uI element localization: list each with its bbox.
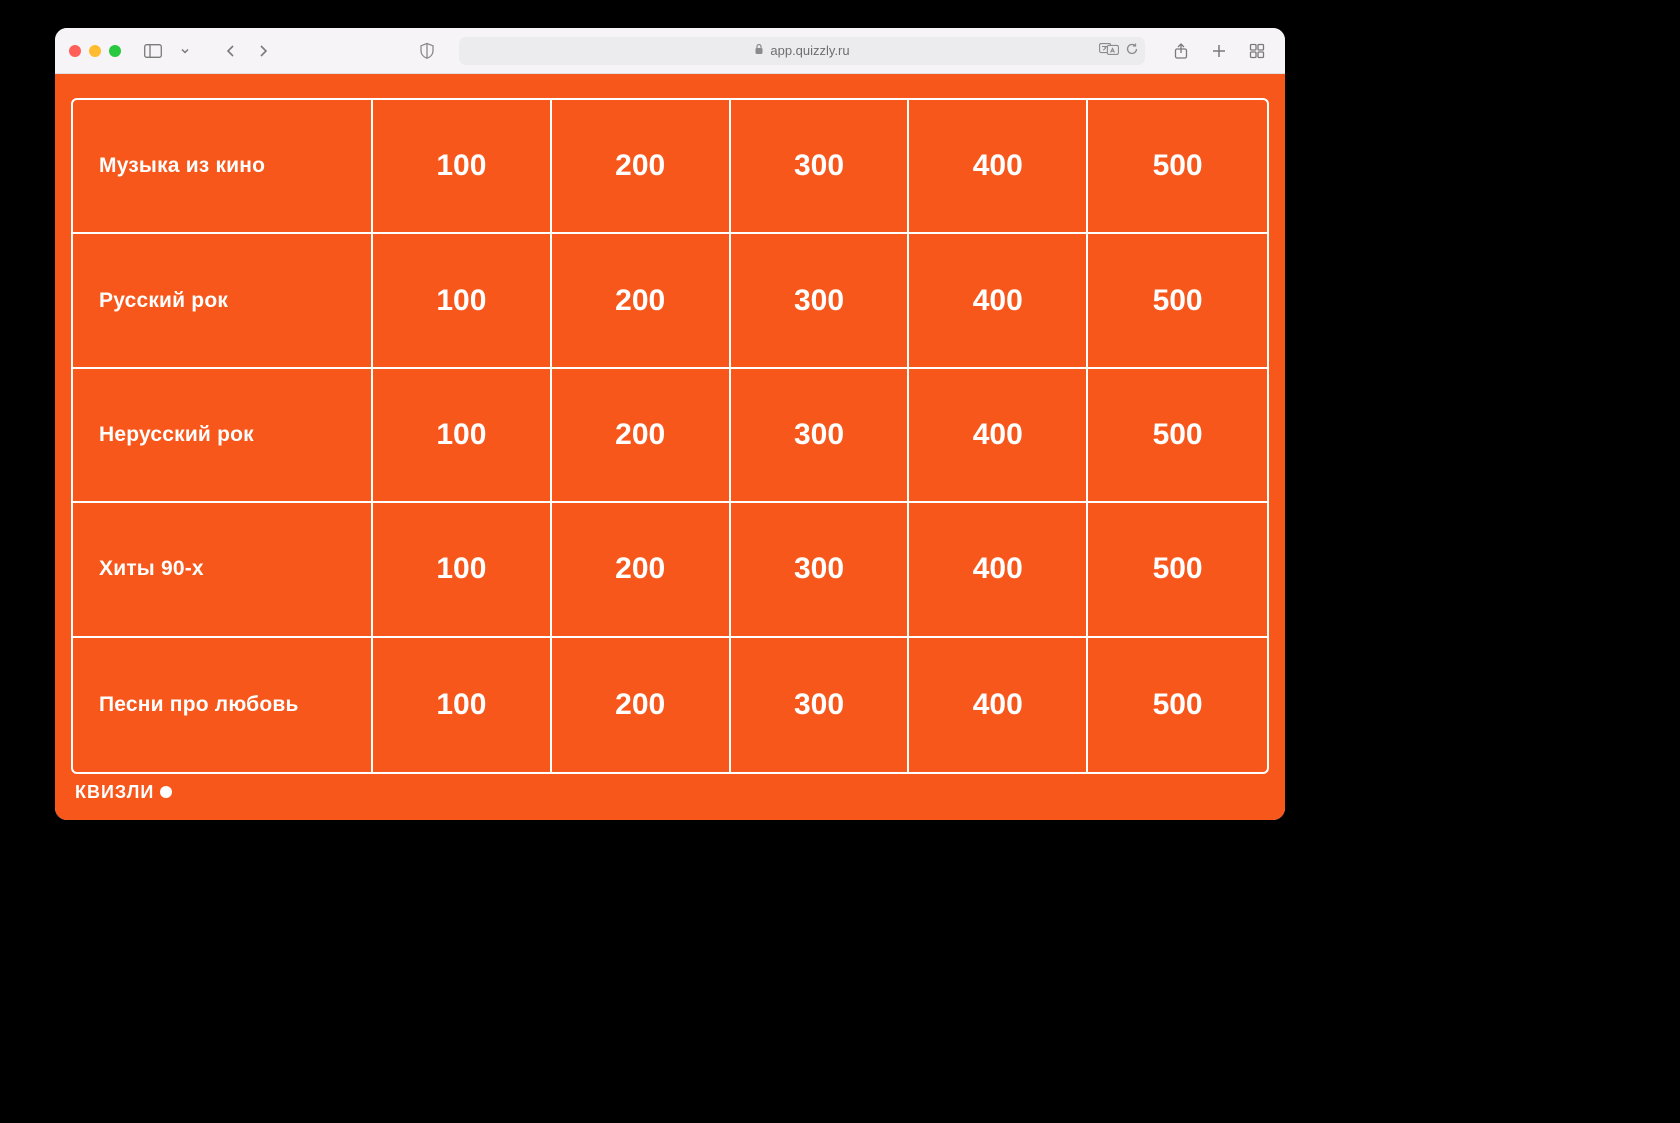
score-cell[interactable]: 100	[373, 234, 552, 368]
sidebar-menu-button[interactable]	[171, 37, 199, 65]
score-cell[interactable]: 100	[373, 100, 552, 234]
brand-dot-icon	[160, 786, 172, 798]
category-label: Песни про любовь	[73, 638, 373, 772]
score-cell[interactable]: 300	[731, 503, 910, 637]
score-cell[interactable]: 200	[552, 638, 731, 772]
lock-icon	[754, 43, 764, 58]
score-cell[interactable]: 500	[1088, 503, 1267, 637]
brand-label: КВИЗЛИ	[75, 782, 154, 803]
forward-button[interactable]	[249, 37, 277, 65]
score-cell[interactable]: 200	[552, 369, 731, 503]
score-cell[interactable]: 500	[1088, 234, 1267, 368]
translate-icon[interactable]	[1099, 42, 1119, 59]
score-cell[interactable]: 400	[909, 100, 1088, 234]
score-cell[interactable]: 400	[909, 638, 1088, 772]
category-label: Хиты 90-х	[73, 503, 373, 637]
page-content: Музыка из кино100200300400500Русский рок…	[55, 74, 1285, 820]
score-cell[interactable]: 400	[909, 369, 1088, 503]
score-cell[interactable]: 300	[731, 234, 910, 368]
address-bar[interactable]: app.quizzly.ru	[459, 37, 1145, 65]
score-cell[interactable]: 200	[552, 234, 731, 368]
tab-overview-button[interactable]	[1243, 37, 1271, 65]
score-cell[interactable]: 300	[731, 638, 910, 772]
brand-footer: КВИЗЛИ	[71, 774, 1269, 810]
score-cell[interactable]: 300	[731, 369, 910, 503]
score-cell[interactable]: 500	[1088, 100, 1267, 234]
score-cell[interactable]: 500	[1088, 638, 1267, 772]
share-button[interactable]	[1167, 37, 1195, 65]
fullscreen-window-button[interactable]	[109, 45, 121, 57]
score-cell[interactable]: 400	[909, 234, 1088, 368]
back-button[interactable]	[217, 37, 245, 65]
category-label: Музыка из кино	[73, 100, 373, 234]
browser-toolbar: app.quizzly.ru	[55, 28, 1285, 74]
score-cell[interactable]: 100	[373, 369, 552, 503]
score-cell[interactable]: 400	[909, 503, 1088, 637]
safari-window: app.quizzly.ru	[55, 28, 1285, 820]
privacy-shield-icon[interactable]	[413, 37, 441, 65]
score-cell[interactable]: 100	[373, 503, 552, 637]
minimize-window-button[interactable]	[89, 45, 101, 57]
new-tab-button[interactable]	[1205, 37, 1233, 65]
score-cell[interactable]: 200	[552, 503, 731, 637]
reload-button[interactable]	[1125, 42, 1139, 59]
window-controls	[69, 45, 121, 57]
category-label: Нерусский рок	[73, 369, 373, 503]
category-label: Русский рок	[73, 234, 373, 368]
address-bar-text: app.quizzly.ru	[770, 43, 849, 58]
score-cell[interactable]: 200	[552, 100, 731, 234]
score-cell[interactable]: 300	[731, 100, 910, 234]
close-window-button[interactable]	[69, 45, 81, 57]
score-cell[interactable]: 100	[373, 638, 552, 772]
score-cell[interactable]: 500	[1088, 369, 1267, 503]
sidebar-toggle-button[interactable]	[139, 37, 167, 65]
game-board: Музыка из кино100200300400500Русский рок…	[71, 98, 1269, 774]
